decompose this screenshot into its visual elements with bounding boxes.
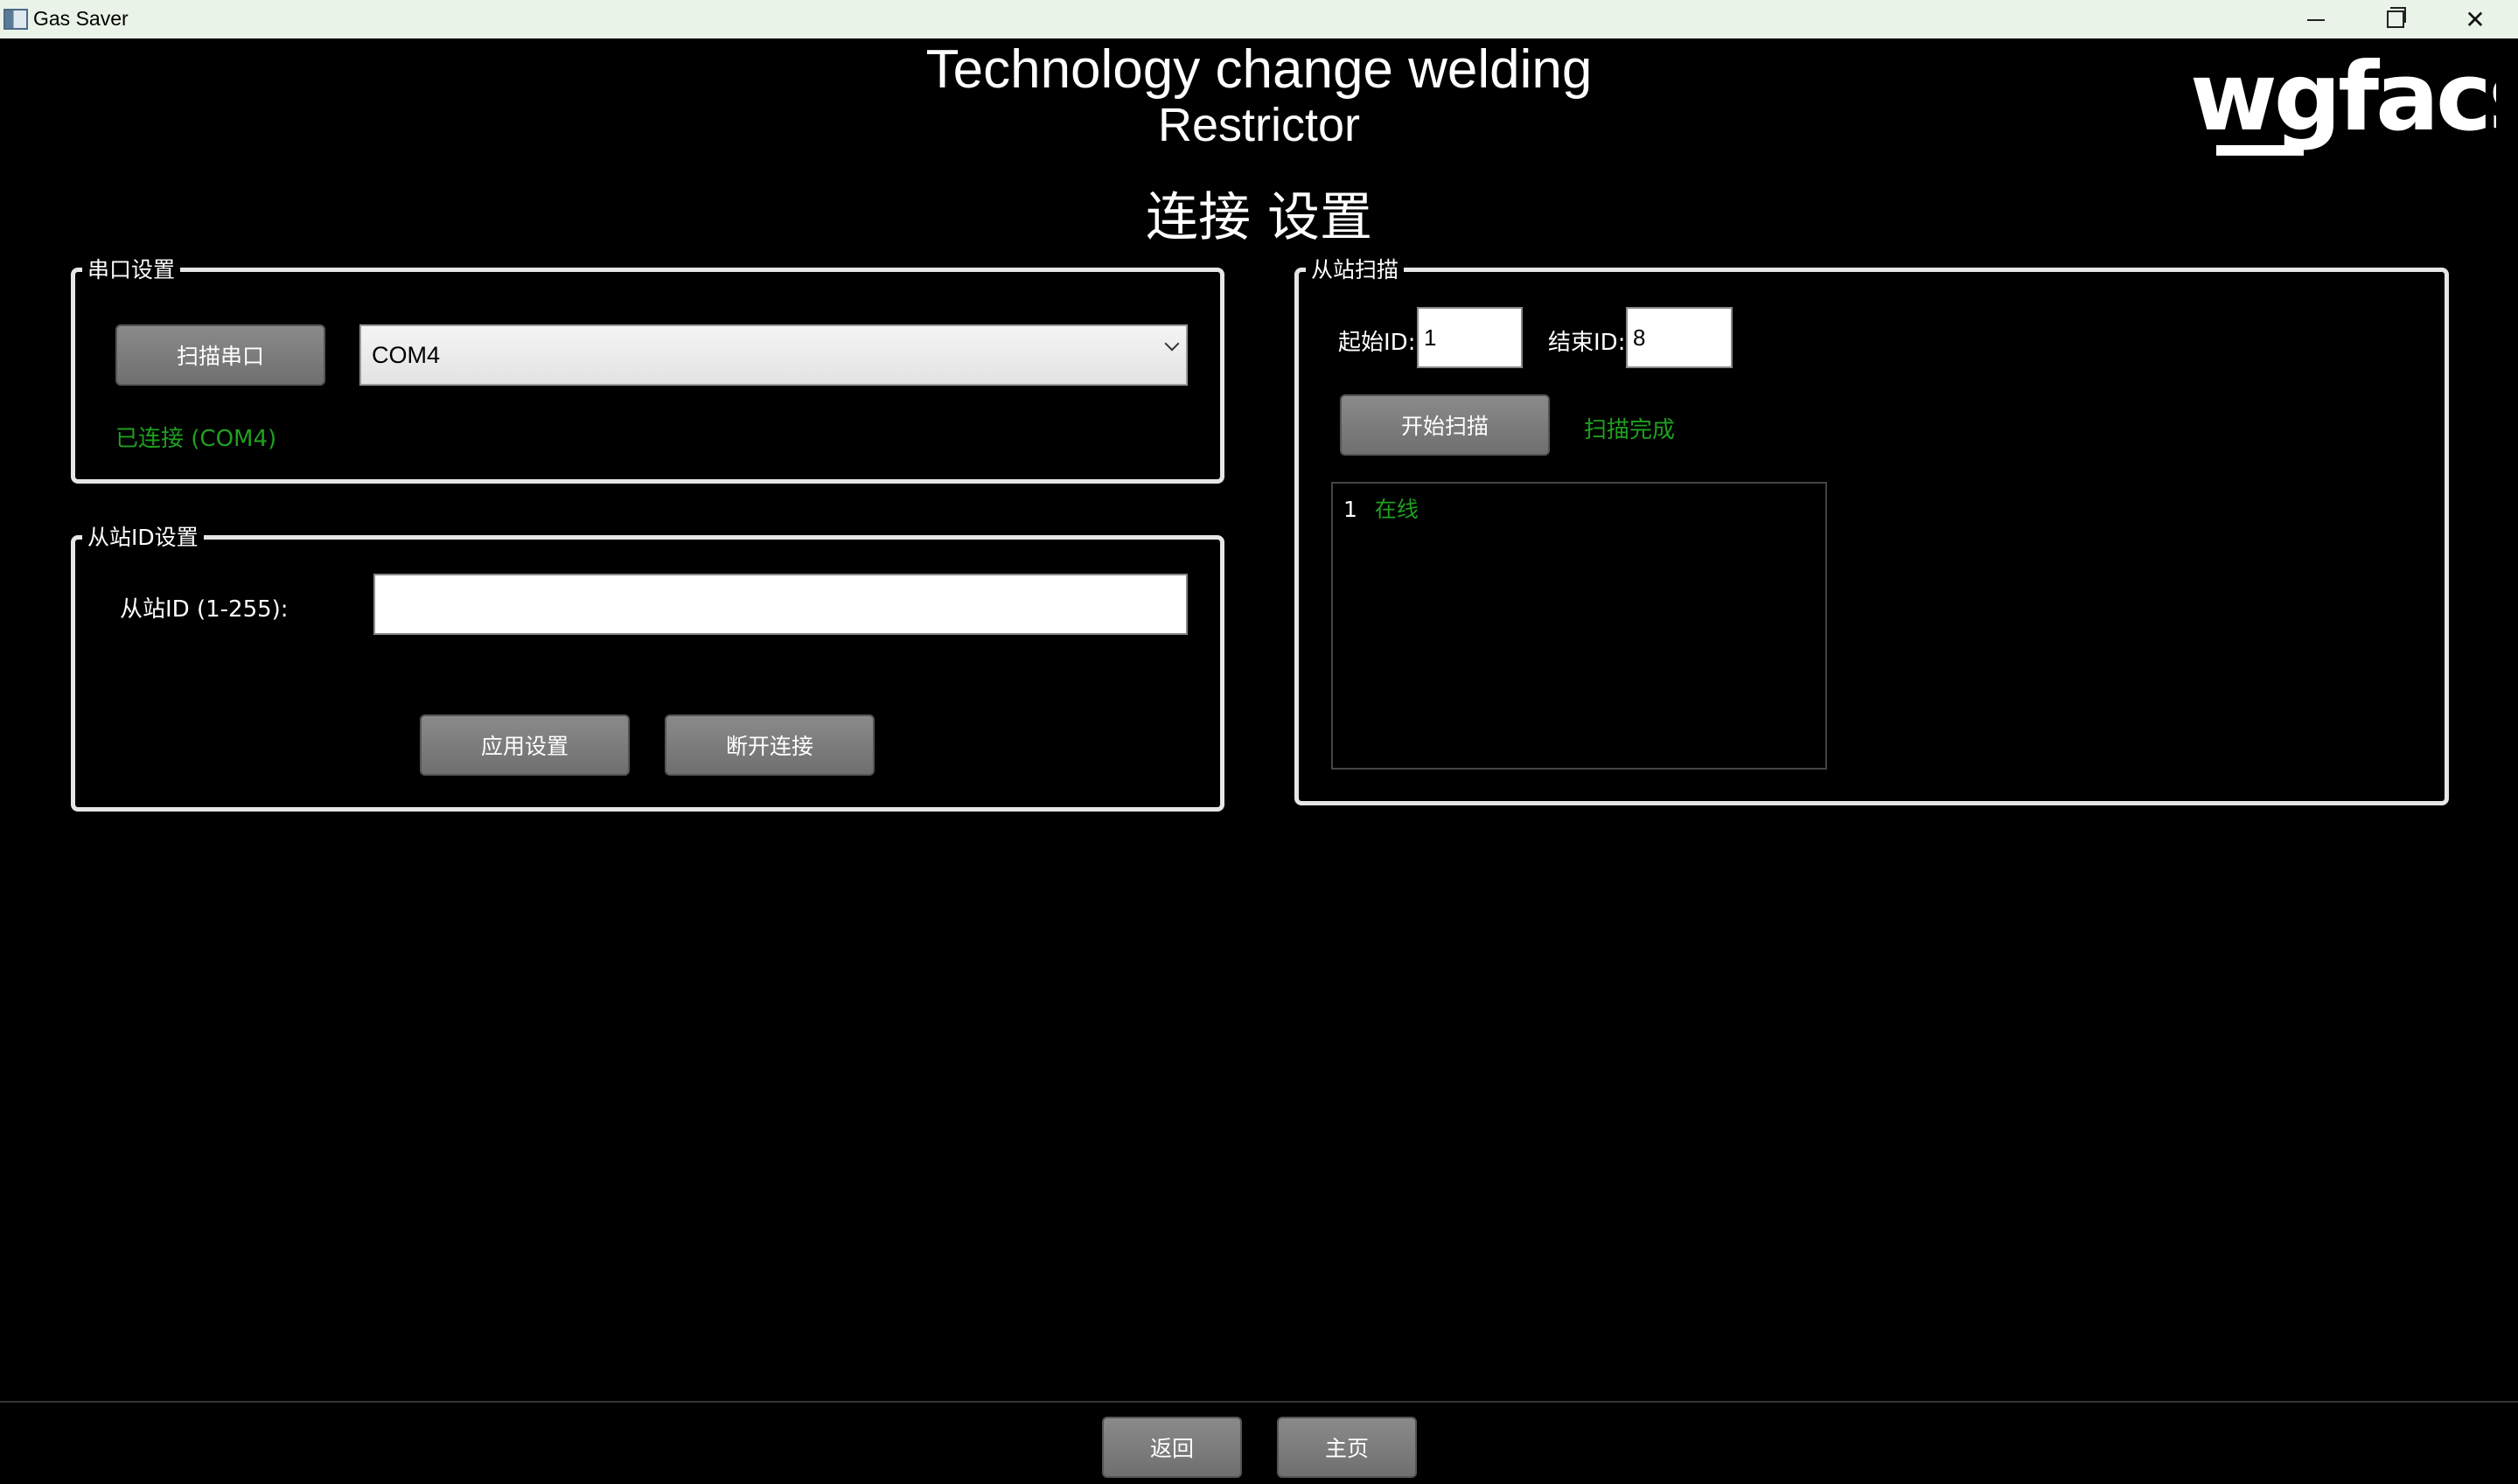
brand-logo: wgfacs xyxy=(2190,43,2496,156)
minimize-icon xyxy=(2307,19,2325,21)
app-title-line1: Technology change welding xyxy=(925,39,1593,100)
app-title-line2: Restrictor xyxy=(1157,99,1361,151)
serial-settings-label: 串口设置 xyxy=(82,253,181,284)
footer-divider xyxy=(0,1401,2518,1403)
slave-id-value: 1 xyxy=(1343,497,1357,522)
connection-status: 已连接 (COM4) xyxy=(115,426,277,452)
port-select[interactable]: COM4 xyxy=(359,324,1188,386)
scan-results-list[interactable]: 1 在线 xyxy=(1331,482,1827,770)
slave-online-status: 在线 xyxy=(1374,497,1419,522)
slave-id-label: 从站ID (1-255): xyxy=(120,596,289,623)
scan-status: 扫描完成 xyxy=(1584,417,1676,443)
port-select-value: COM4 xyxy=(372,341,441,368)
end-id-input[interactable]: 8 xyxy=(1626,307,1733,368)
page-heading: 连接 设置 xyxy=(1145,187,1373,248)
app-icon xyxy=(3,9,28,30)
minimize-button[interactable] xyxy=(2277,0,2355,38)
scan-ports-button[interactable]: 扫描串口 xyxy=(115,324,325,386)
restore-icon xyxy=(2387,7,2406,28)
list-item[interactable]: 1 在线 xyxy=(1343,492,1436,524)
window-titlebar: Gas Saver ✕ xyxy=(0,0,2518,38)
slave-scan-label: 从站扫描 xyxy=(1306,253,1405,284)
chevron-down-icon xyxy=(1164,336,1180,352)
window-title: Gas Saver xyxy=(33,7,129,30)
slave-id-group-label: 从站ID设置 xyxy=(82,520,204,552)
start-id-label: 起始ID: xyxy=(1338,330,1416,356)
disconnect-button[interactable]: 断开连接 xyxy=(665,714,875,776)
brand-logo-text: wgfacs xyxy=(2190,43,2496,152)
end-id-label: 结束ID: xyxy=(1548,330,1626,356)
slave-id-input[interactable] xyxy=(373,574,1188,635)
apply-settings-button[interactable]: 应用设置 xyxy=(420,714,630,776)
close-icon: ✕ xyxy=(2465,4,2486,34)
restore-button[interactable] xyxy=(2356,0,2435,38)
start-id-input[interactable]: 1 xyxy=(1417,307,1523,368)
start-scan-button[interactable]: 开始扫描 xyxy=(1340,394,1550,456)
close-button[interactable]: ✕ xyxy=(2436,0,2515,38)
home-button[interactable]: 主页 xyxy=(1277,1417,1417,1478)
back-button[interactable]: 返回 xyxy=(1102,1417,1242,1478)
